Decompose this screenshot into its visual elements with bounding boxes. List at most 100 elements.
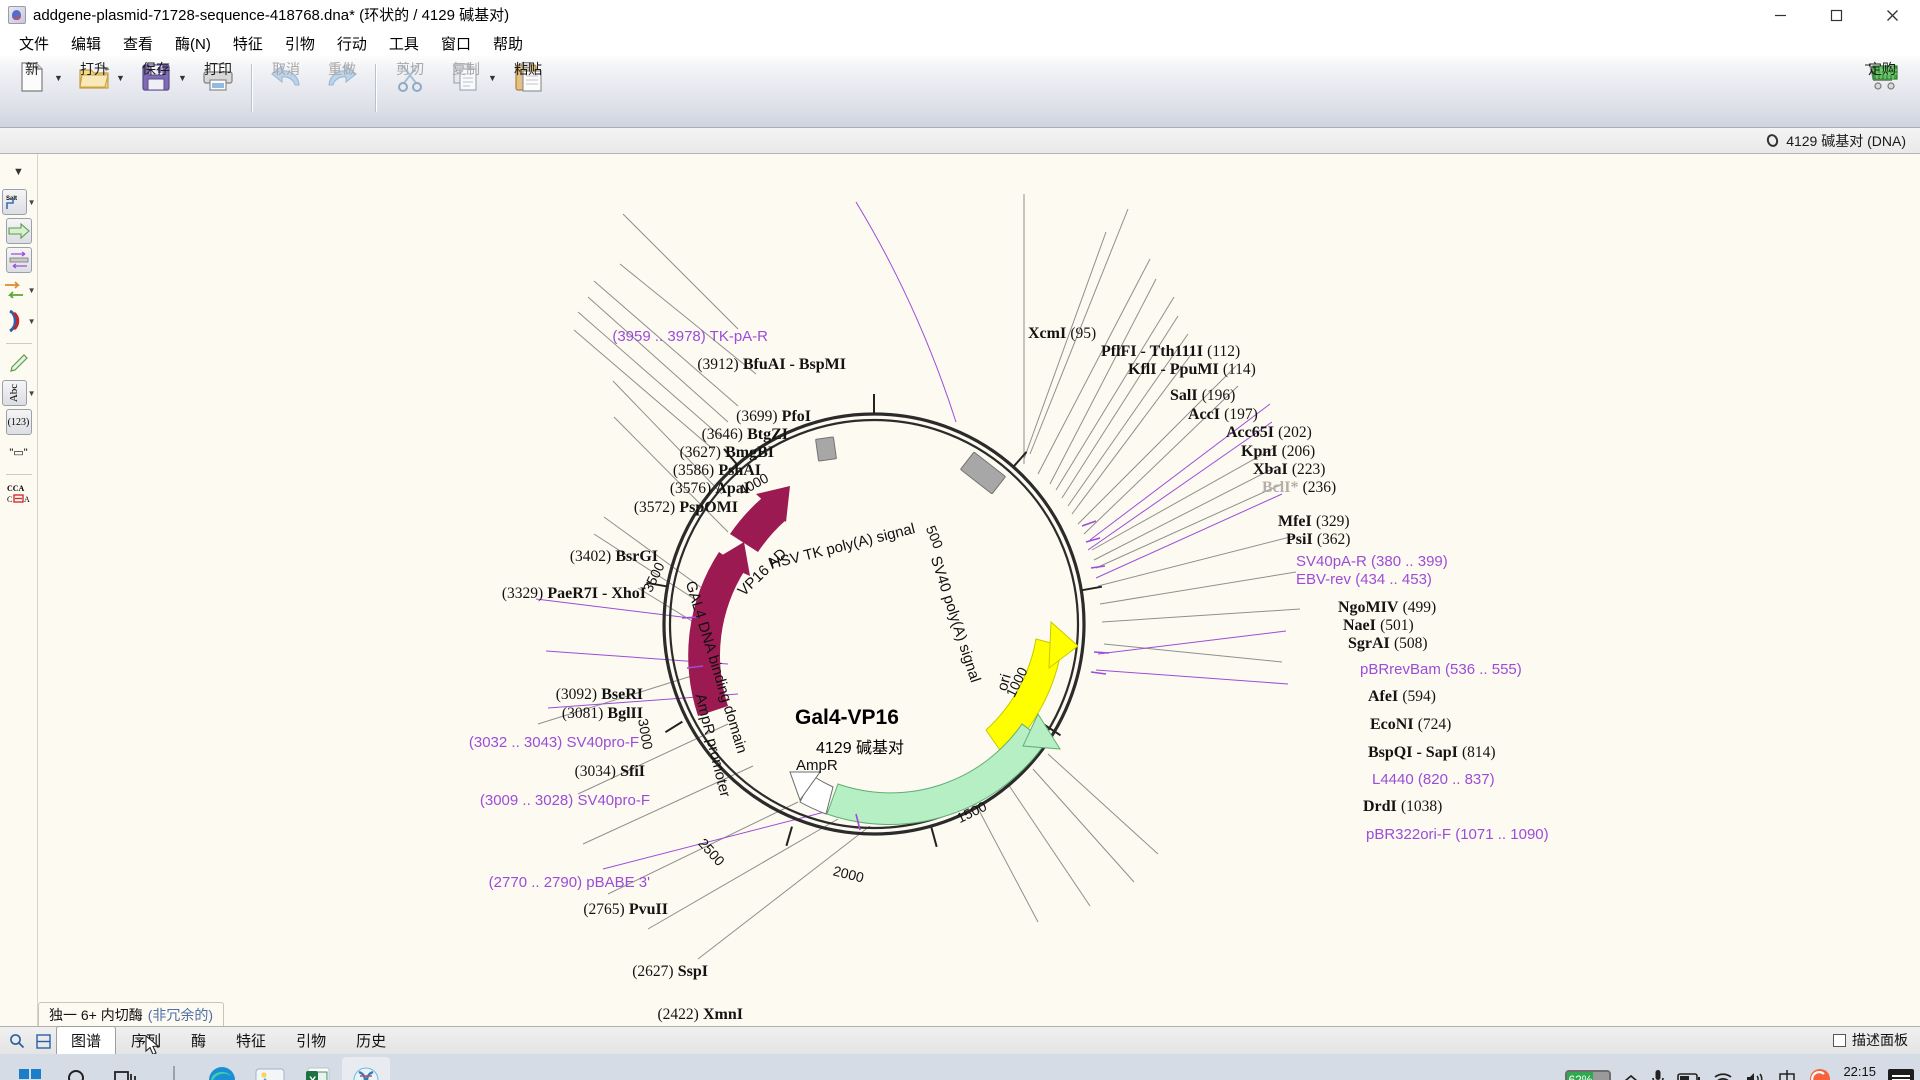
map-label-bglii[interactable]: (3081) BglII xyxy=(562,706,643,722)
abc-dropdown-caret[interactable]: ▼ xyxy=(28,389,36,398)
map-label-acci[interactable]: AccI (197) xyxy=(1188,407,1258,423)
task-view-icon[interactable] xyxy=(102,1057,150,1080)
tab-map[interactable]: 图谱 xyxy=(56,1026,117,1055)
map-label-kpni[interactable]: KpnI (206) xyxy=(1241,444,1315,460)
map-label-l4440[interactable]: L4440 (820 .. 837) xyxy=(1372,772,1495,787)
map-label-sspi[interactable]: (2627) SspI xyxy=(632,964,708,980)
map-label-xbai[interactable]: XbaI (223) xyxy=(1253,462,1325,478)
sidebar-item-salt[interactable]: Salt ▼ xyxy=(1,189,36,215)
map-label-sv40pa-r[interactable]: SV40pA-R (380 .. 399) xyxy=(1296,554,1448,569)
search-icon[interactable] xyxy=(4,1028,30,1054)
save-button[interactable]: 保存 xyxy=(128,56,184,93)
map-label-bsrgi[interactable]: (3402) BsrGI xyxy=(570,549,658,565)
wifi-icon[interactable] xyxy=(1713,1071,1733,1080)
map-label-afei[interactable]: AfeI (594) xyxy=(1368,689,1436,705)
tab-history[interactable]: 历史 xyxy=(341,1026,401,1055)
menu-enzymes[interactable]: 酶(N) xyxy=(164,31,222,56)
map-label-sv40pro-f-1[interactable]: (3032 .. 3043) SV40pro-F xyxy=(469,735,639,750)
photos-icon[interactable] xyxy=(246,1057,294,1080)
ime-icon[interactable] xyxy=(1777,1069,1797,1080)
maximize-button[interactable] xyxy=(1808,0,1864,30)
microphone-icon[interactable] xyxy=(1651,1069,1665,1080)
snapgene-icon[interactable] xyxy=(342,1057,390,1080)
menu-help[interactable]: 帮助 xyxy=(482,31,534,56)
sidebar-item-pen[interactable] xyxy=(2,349,36,377)
map-label-naei[interactable]: NaeI (501) xyxy=(1343,618,1414,634)
menu-view[interactable]: 查看 xyxy=(112,31,164,56)
map-label-sgrai[interactable]: SgrAI (508) xyxy=(1348,636,1428,652)
plasmid-map-canvas[interactable]: Gal4-VP16 4129 碱基对 500 1000 1500 2000 25… xyxy=(38,154,1920,1026)
map-label-xmni[interactable]: (2422) XmnI xyxy=(657,1007,743,1023)
sidebar-item-abc[interactable]: Abc ▼ xyxy=(1,380,36,406)
map-label-kfli-ppumi[interactable]: KflI - PpuMI (114) xyxy=(1128,362,1256,378)
undo-button[interactable]: 取消 xyxy=(258,56,314,93)
map-label-pflfi-tth111i[interactable]: PflFI - Tth111I (112) xyxy=(1101,344,1240,360)
map-label-bmgbi[interactable]: (3627) BmgBI xyxy=(680,445,774,461)
order-button[interactable]: 定购 xyxy=(1854,56,1910,93)
map-label-pfoi[interactable]: (3699) PfoI xyxy=(736,409,811,425)
map-label-bfuai-bspmi[interactable]: (3912) BfuAI - BspMI xyxy=(697,357,846,373)
map-label-pshai[interactable]: (3586) PshAI xyxy=(673,463,761,479)
split-view-icon[interactable] xyxy=(30,1028,56,1054)
menu-tools[interactable]: 工具 xyxy=(378,31,430,56)
menu-features[interactable]: 特征 xyxy=(222,31,274,56)
map-label-pspomi[interactable]: (3572) PspOMI xyxy=(634,500,738,516)
description-panel-toggle[interactable]: 描述面板 xyxy=(1833,1030,1908,1050)
map-label-drdi[interactable]: DrdI (1038) xyxy=(1363,799,1442,815)
orientation-dropdown-caret[interactable]: ▼ xyxy=(28,286,36,295)
notification-icon[interactable] xyxy=(1888,1069,1914,1080)
print-button[interactable]: 打印 xyxy=(190,56,246,93)
map-label-acc65i[interactable]: Acc65I (202) xyxy=(1226,425,1312,441)
menu-file[interactable]: 文件 xyxy=(8,31,60,56)
map-label-sfii[interactable]: (3034) SfiI xyxy=(575,764,645,780)
sidebar-item-numbering[interactable]: (123) xyxy=(2,409,36,435)
map-label-pbrrevbam[interactable]: pBRrevBam (536 .. 555) xyxy=(1360,662,1522,677)
paste-button[interactable]: 粘贴 xyxy=(500,56,556,93)
excel-icon[interactable]: X xyxy=(294,1057,342,1080)
new-button[interactable]: 新 xyxy=(4,56,60,93)
menu-edit[interactable]: 编辑 xyxy=(60,31,112,56)
speaker-icon[interactable] xyxy=(1745,1071,1765,1080)
map-label-bcli-star[interactable]: BclI* (236) xyxy=(1262,480,1336,496)
map-label-tk-pa-r[interactable]: (3959 .. 3978) TK-pA-R xyxy=(612,329,768,344)
map-label-econi[interactable]: EcoNI (724) xyxy=(1370,717,1451,733)
map-label-ngomiv[interactable]: NgoMIV (499) xyxy=(1338,600,1436,616)
menu-actions[interactable]: 行动 xyxy=(326,31,378,56)
sidebar-item-orientation[interactable]: ▼ xyxy=(2,276,36,304)
tab-features[interactable]: 特征 xyxy=(221,1026,281,1055)
taskbar-clock[interactable]: 22:15 20 xyxy=(1843,1064,1876,1080)
sidebar-item-dual-strand[interactable] xyxy=(2,247,36,273)
map-label-bseri[interactable]: (3092) BseRI xyxy=(556,687,643,703)
redo-button[interactable]: 重做 xyxy=(314,56,370,93)
map-label-paer7i-xhoi[interactable]: (3329) PaeR7I - XhoI xyxy=(502,586,646,602)
sogou-icon[interactable] xyxy=(1809,1068,1831,1080)
map-label-bspqi-sapi[interactable]: BspQI - SapI (814) xyxy=(1368,745,1496,761)
sidebar-collapse-chevron[interactable]: ▼ xyxy=(2,158,36,186)
map-label-sali[interactable]: SalI (196) xyxy=(1170,388,1235,404)
enzyme-filter-hint[interactable]: 独一 6+ 内切酶 (非冗余的) xyxy=(38,1002,225,1026)
salt-dropdown-caret[interactable]: ▼ xyxy=(28,198,36,207)
map-label-pbr322ori-f[interactable]: pBR322ori-F (1071 .. 1090) xyxy=(1366,827,1549,842)
description-panel-checkbox[interactable] xyxy=(1833,1033,1846,1047)
map-label-xcmi[interactable]: XcmI (95) xyxy=(1028,326,1096,342)
open-button[interactable]: 打升 xyxy=(66,56,122,93)
map-label-btgzi[interactable]: (3646) BtgZI xyxy=(702,427,788,443)
map-label-apai[interactable]: (3576) ApaI xyxy=(670,481,750,497)
map-label-sv40pro-f-2[interactable]: (3009 .. 3028) SV40pro-F xyxy=(480,793,650,808)
close-button[interactable] xyxy=(1864,0,1920,30)
chevron-up-icon[interactable] xyxy=(1623,1072,1639,1080)
battery-icon[interactable]: 62% xyxy=(1565,1069,1612,1080)
menu-window[interactable]: 窗口 xyxy=(430,31,482,56)
map-label-ebv-rev[interactable]: EBV-rev (434 .. 453) xyxy=(1296,572,1432,587)
search-icon[interactable] xyxy=(54,1057,102,1080)
copy-button[interactable]: 复制 xyxy=(438,56,494,93)
sidebar-item-translation[interactable]: CCA C A xyxy=(2,480,36,508)
edge-icon[interactable] xyxy=(198,1057,246,1080)
curve-dropdown-caret[interactable]: ▼ xyxy=(28,317,36,326)
map-label-pvuii[interactable]: (2765) PvuII xyxy=(583,902,668,918)
menu-primers[interactable]: 引物 xyxy=(274,31,326,56)
map-label-mfei[interactable]: MfeI (329) xyxy=(1278,514,1350,530)
map-label-pbabe-3[interactable]: (2770 .. 2790) pBABE 3' xyxy=(489,875,650,890)
map-label-psii[interactable]: PsiI (362) xyxy=(1286,532,1350,548)
cut-button[interactable]: 剪切 xyxy=(382,56,438,93)
